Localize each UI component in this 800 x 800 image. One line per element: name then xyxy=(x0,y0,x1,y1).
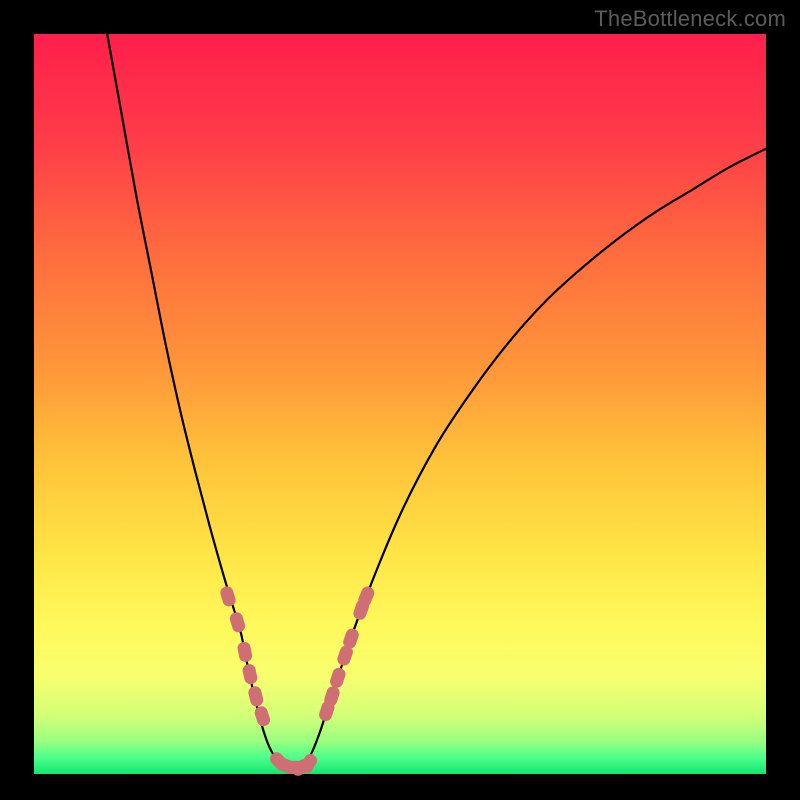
marker xyxy=(247,685,264,708)
marker xyxy=(237,641,254,663)
marker-group xyxy=(219,585,376,778)
watermark-text: TheBottleneck.com xyxy=(594,6,786,32)
marker xyxy=(228,611,246,634)
marker xyxy=(219,585,237,608)
plot-area xyxy=(34,34,766,774)
curve-layer xyxy=(34,34,766,774)
bottleneck-curve xyxy=(107,34,766,769)
marker xyxy=(241,663,258,685)
marker xyxy=(328,666,347,689)
app-frame: TheBottleneck.com xyxy=(0,0,800,800)
marker xyxy=(253,705,272,728)
